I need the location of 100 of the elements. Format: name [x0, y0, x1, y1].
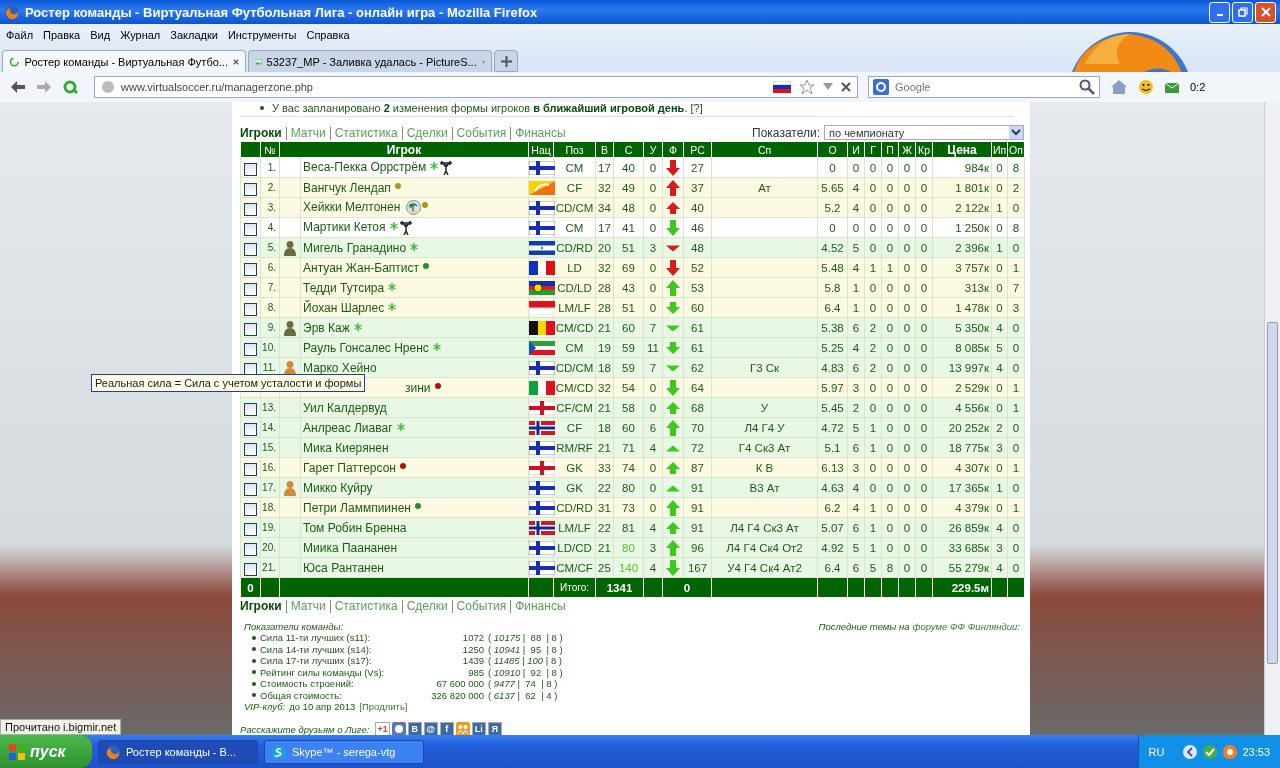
row-number: 18.: [262, 502, 276, 513]
close-tab-icon[interactable]: [233, 57, 239, 66]
table-cell: 60: [683, 297, 712, 318]
column-header[interactable]: Игрок: [279, 141, 529, 158]
share-icon[interactable]: [391, 722, 406, 735]
scrollbar[interactable]: [1264, 102, 1280, 735]
share-button[interactable]: Я: [487, 722, 502, 735]
stat-detail: ( 10941 | 95 | 8 ): [488, 643, 563, 655]
table-cell: 1: [1007, 497, 1025, 518]
row-checkbox[interactable]: [244, 342, 257, 356]
table-cell: CD/LD: [553, 277, 596, 298]
menu-item[interactable]: Правка: [43, 29, 81, 41]
row-checkbox[interactable]: [244, 262, 257, 276]
row-checkbox[interactable]: [244, 162, 257, 176]
row-checkbox[interactable]: [244, 222, 257, 236]
stat-value: 67 600 000: [435, 678, 484, 690]
table-cell: 0: [915, 537, 933, 558]
indicator-dropdown[interactable]: по чемпионату: [824, 125, 1024, 140]
maximize-button[interactable]: [1232, 1, 1253, 23]
back-icon[interactable]: [10, 80, 26, 94]
row-checkbox[interactable]: [244, 242, 257, 256]
column-header[interactable]: С: [613, 141, 644, 158]
checkmark-icon[interactable]: [1202, 743, 1219, 760]
column-header[interactable]: Сп: [711, 141, 818, 158]
table-cell: 71: [613, 437, 644, 458]
smiley-icon[interactable]: [1138, 79, 1154, 95]
row-checkbox[interactable]: [244, 182, 257, 196]
table-cell: Г4 Ск3 Ат: [711, 437, 818, 458]
browser-tab[interactable]: 53237_MP - Заливка удалась - PictureS...: [248, 50, 492, 72]
share-button[interactable]: В: [407, 722, 422, 735]
table-cell: 59: [613, 337, 644, 358]
table-cell: 0: [915, 557, 933, 578]
menu-item[interactable]: Инструменты: [227, 29, 297, 41]
star-icon[interactable]: [799, 79, 815, 95]
stat-label: Общая стоимость:: [260, 689, 343, 701]
taskbar-button[interactable]: Ростер команды - В...: [98, 739, 258, 764]
menu-item[interactable]: Вид: [90, 29, 111, 41]
search-field[interactable]: Google: [868, 76, 1100, 98]
column-header[interactable]: РС: [683, 141, 712, 158]
menu-item[interactable]: Файл: [6, 29, 34, 41]
row-checkbox[interactable]: [244, 422, 257, 436]
row-checkbox[interactable]: [244, 402, 257, 416]
close-icon[interactable]: [841, 82, 851, 92]
column-header[interactable]: Цена: [932, 141, 992, 158]
address-field[interactable]: www.virtualsoccer.ru/managerzone.php: [94, 76, 858, 98]
table-cell: 0: [1007, 417, 1025, 438]
share-button[interactable]: +1: [375, 722, 390, 735]
search-icon[interactable]: [1079, 79, 1095, 95]
player-link[interactable]: Эрв Каж: [303, 320, 350, 335]
stat-value: 985: [467, 666, 484, 678]
dropdown-icon[interactable]: [1009, 126, 1023, 139]
row-checkbox[interactable]: [244, 282, 257, 296]
share-button[interactable]: f: [439, 722, 454, 735]
column-header[interactable]: Поз: [553, 141, 596, 158]
table-cell: 0: [881, 457, 899, 478]
table-cell: 55 279к: [932, 557, 992, 578]
row-checkbox[interactable]: [244, 502, 257, 516]
table-cell: 1: [991, 237, 1008, 258]
forum-link[interactable]: форуме ФФ Финляндии:: [912, 621, 1020, 633]
row-checkbox[interactable]: [244, 562, 257, 576]
row-checkbox[interactable]: [244, 302, 257, 316]
column-header[interactable]: Ф: [662, 141, 684, 158]
table-cell: 3 757к: [932, 257, 992, 278]
table-cell: 32: [595, 257, 614, 278]
section-link[interactable]: Игроки: [240, 127, 286, 140]
table-cell: 3: [643, 237, 663, 258]
row-checkbox[interactable]: [244, 442, 257, 456]
vip-label: VIP-клуб:: [244, 701, 286, 712]
menu-item[interactable]: Справка: [306, 29, 350, 41]
column-header[interactable]: О: [817, 141, 848, 158]
table-cell: 91: [683, 497, 712, 518]
new-tab-button[interactable]: [494, 50, 518, 72]
taskbar-button[interactable]: Skype™ - serega-vtg: [264, 739, 424, 764]
share-button[interactable]: Li: [471, 722, 486, 735]
table-cell: 1: [864, 257, 882, 278]
player-link[interactable]: зини: [405, 380, 431, 395]
row-number: 20.: [262, 542, 276, 553]
section-link[interactable]: Игроки: [240, 600, 286, 613]
table-cell: 17 365к: [932, 477, 992, 498]
table-cell: 0: [881, 477, 899, 498]
menu-item[interactable]: Журнал: [120, 29, 161, 41]
row-checkbox[interactable]: [244, 202, 257, 216]
circle-icon[interactable]: [1222, 743, 1239, 760]
table-cell: 27: [683, 157, 712, 178]
close-button[interactable]: [1255, 1, 1276, 23]
row-checkbox[interactable]: [244, 522, 257, 536]
row-checkbox[interactable]: [244, 482, 257, 496]
row-checkbox[interactable]: [244, 462, 257, 476]
share-button[interactable]: @: [423, 722, 438, 735]
row-checkbox[interactable]: [244, 322, 257, 336]
extend-link[interactable]: [Продлить]: [359, 701, 408, 712]
menu-item[interactable]: Закладки: [170, 29, 218, 41]
reload-icon[interactable]: [62, 79, 78, 95]
column-header[interactable]: Нац: [528, 141, 554, 158]
minimize-button[interactable]: [1209, 1, 1230, 23]
browser-tab[interactable]: Ростер команды - Виртуальная Футбо...: [2, 50, 246, 72]
star-icon: [388, 302, 397, 311]
table-cell: 0: [898, 397, 916, 418]
row-checkbox[interactable]: [244, 542, 257, 556]
table-cell: 0: [881, 537, 899, 558]
